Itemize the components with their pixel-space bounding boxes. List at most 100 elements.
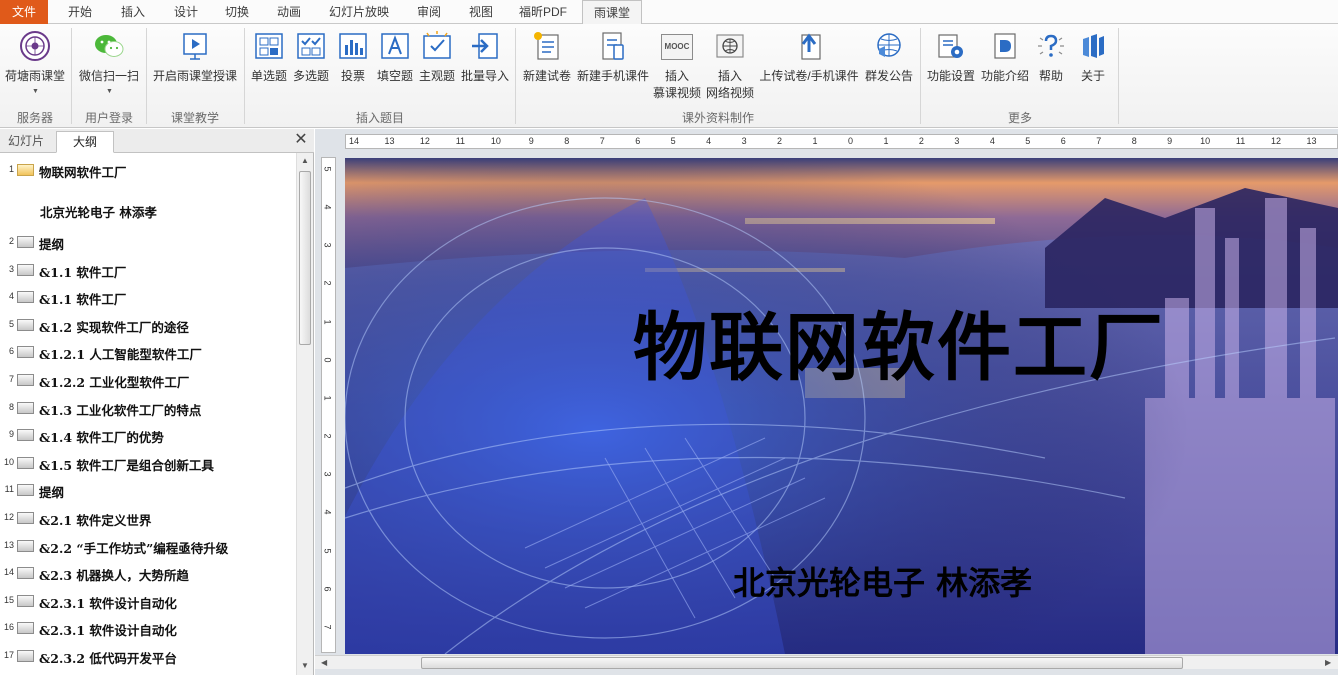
start-class-label: 开启雨课堂授课 [152, 69, 237, 83]
tab-transitions[interactable]: 切换 [214, 0, 260, 24]
outline-row[interactable]: 11 提纲 [0, 479, 296, 501]
outline-panel: 幻灯片 大纲 ✕ 1 物联网软件工厂北京光轮电子 林添孝 2 提纲 3 &1.1 软件工厂… [0, 129, 314, 675]
ruler-tick-label: 11 [455, 136, 466, 146]
tab-rain-classroom[interactable]: 雨课堂 [582, 0, 642, 25]
scroll-left-arrow-icon[interactable]: ◀ [321, 658, 327, 667]
slide-number: 15 [3, 594, 14, 605]
single-choice-icon [255, 33, 283, 59]
outline-subtitle[interactable]: 北京光轮电子 林添孝 [40, 202, 157, 221]
outline-title: &2.2 “手工作坊式”编程亟待升级 [39, 540, 229, 556]
ruler-tick-label: 7 [1096, 136, 1102, 146]
tab-home[interactable]: 开始 [56, 0, 104, 24]
ruler-tick-label: 13 [1306, 136, 1317, 146]
wechat-icon [95, 35, 124, 57]
tab-review[interactable]: 审阅 [406, 0, 452, 24]
outline-row[interactable]: 3 &1.1 软件工厂 [0, 259, 296, 281]
slide-number: 12 [3, 512, 14, 522]
tab-slides[interactable]: 幻灯片 [0, 131, 52, 153]
ruler-tick-label: 10 [490, 136, 501, 146]
scroll-up-arrow-icon[interactable]: ▲ [301, 156, 309, 165]
group-separator [71, 28, 72, 124]
ruler-tick-label: 3 [741, 136, 747, 146]
outline-row[interactable]: 17 &2.3.2 低代码开发平台 [0, 645, 296, 667]
ruler-tick-label: 14 [348, 136, 360, 146]
ruler-tick-label: 9 [1167, 136, 1173, 146]
feature-intro-label: 功能介绍 [980, 69, 1029, 83]
outline-row[interactable]: 10 &1.5 软件工厂是组合创新工具 [0, 452, 296, 474]
horizontal-scrollbar-thumb[interactable] [421, 657, 1183, 669]
tab-slideshow[interactable]: 幻灯片放映 [320, 0, 398, 24]
outline-row[interactable]: 12 &2.1 软件定义世界 [0, 507, 296, 529]
wechat-scan-label: 微信扫一扫 [78, 69, 139, 83]
scrollbar-thumb[interactable] [299, 171, 311, 345]
group-label-extra: 课外资料制作 [681, 111, 754, 125]
outline-row[interactable]: 5 &1.2 实现软件工厂的途径 [0, 314, 296, 336]
vote-chart-icon [339, 33, 367, 59]
outline-row[interactable]: 9 &1.4 软件工厂的优势 [0, 424, 296, 446]
outline-row[interactable]: 6 &1.2.1 人工智能型软件工厂 [0, 341, 296, 363]
vote-label: 投票 [340, 69, 365, 83]
import-icon [472, 33, 498, 59]
outline-row[interactable]: 13 &2.2 “手工作坊式”编程亟待升级 [0, 535, 296, 557]
outline-title: &1.1 软件工厂 [39, 264, 127, 280]
slide-number: 11 [4, 484, 14, 495]
group-label-more: 更多 [1007, 111, 1032, 125]
slide-number: 17 [3, 650, 14, 660]
slide-thumbnail-icon [17, 346, 34, 359]
ruler-tick-label: 3 [322, 471, 333, 477]
slide-subtitle[interactable]: 北京光轮电子 林添孝 [733, 558, 1032, 604]
settings-gear-icon [938, 34, 963, 58]
ruler-tick-label: 7 [599, 136, 605, 146]
about-label: 关于 [1080, 69, 1105, 83]
tab-file[interactable]: 文件 [0, 0, 48, 24]
horizontal-scrollbar[interactable]: ◀ ▶ [315, 655, 1338, 669]
slide-thumbnail-icon [17, 263, 34, 276]
panel-tab-bar: 幻灯片 大纲 ✕ [0, 129, 314, 153]
insert-web-label-2: 网络视频 [705, 86, 754, 100]
ruler-tick-label: 5 [670, 136, 676, 146]
fill-blank-icon [381, 33, 409, 59]
outline-row[interactable]: 2 提纲 [0, 231, 296, 253]
outline-row[interactable]: 1 物联网软件工厂 [0, 159, 296, 181]
group-separator [146, 28, 147, 124]
about-logo-icon [1083, 34, 1104, 58]
tab-view[interactable]: 视图 [458, 0, 504, 24]
tab-foxit-pdf[interactable]: 福昕PDF [510, 0, 576, 24]
outline-title: &2.3.1 软件设计自动化 [39, 595, 177, 611]
new-mobile-courseware-label: 新建手机课件 [576, 69, 649, 83]
outline-row[interactable]: 4 &1.1 软件工厂 [0, 286, 296, 308]
slide-thumbnail-icon [17, 291, 34, 304]
scroll-right-arrow-icon[interactable]: ▶ [1325, 658, 1331, 667]
slide-number: 9 [8, 429, 14, 440]
tab-insert[interactable]: 插入 [110, 0, 156, 24]
slide-title[interactable]: 物联网软件工厂 [633, 288, 1165, 395]
outline-scrollbar[interactable]: ▲ ▼ [296, 153, 313, 675]
outline-title: &1.2.1 人工智能型软件工厂 [39, 347, 202, 363]
tab-design[interactable]: 设计 [163, 0, 209, 24]
outline-row[interactable]: 16 &2.3.1 软件设计自动化 [0, 617, 296, 639]
slideshow-play-icon [183, 33, 207, 60]
help-label: 帮助 [1038, 69, 1063, 83]
outline-row[interactable]: 7 &1.2.2 工业化型软件工厂 [0, 369, 296, 391]
fill-blank-label: 填空题 [376, 69, 413, 83]
outline-row[interactable]: 14 &2.3 机器换人，大势所趋 [0, 562, 296, 584]
slide-thumbnail-icon [17, 164, 34, 176]
slide-thumbnail-icon [17, 484, 34, 497]
slide-thumbnail-icon [17, 236, 34, 248]
slide-canvas[interactable]: 物联网软件工厂 北京光轮电子 林添孝 [345, 158, 1338, 654]
batch-import-label: 批量导入 [460, 69, 509, 83]
slide-thumbnail-icon [17, 594, 34, 607]
scroll-down-arrow-icon[interactable]: ▼ [301, 661, 309, 670]
outline-row[interactable]: 8 &1.3 工业化软件工厂的特点 [0, 397, 296, 419]
tab-animations[interactable]: 动画 [266, 0, 312, 24]
feature-intro-icon [994, 33, 1016, 59]
tab-outline[interactable]: 大纲 [56, 131, 114, 153]
ruler-tick-label: 10 [1200, 136, 1211, 146]
close-icon[interactable]: ✕ [293, 132, 309, 148]
ruler-tick-label: 12 [1271, 136, 1282, 146]
outline-title: &2.3.1 软件设计自动化 [39, 623, 177, 639]
help-question-icon [1038, 34, 1064, 57]
outline-row[interactable]: 15 &2.3.1 软件设计自动化 [0, 590, 296, 612]
ruler-tick-label: 8 [1131, 136, 1137, 146]
subjective-icon [423, 31, 451, 59]
